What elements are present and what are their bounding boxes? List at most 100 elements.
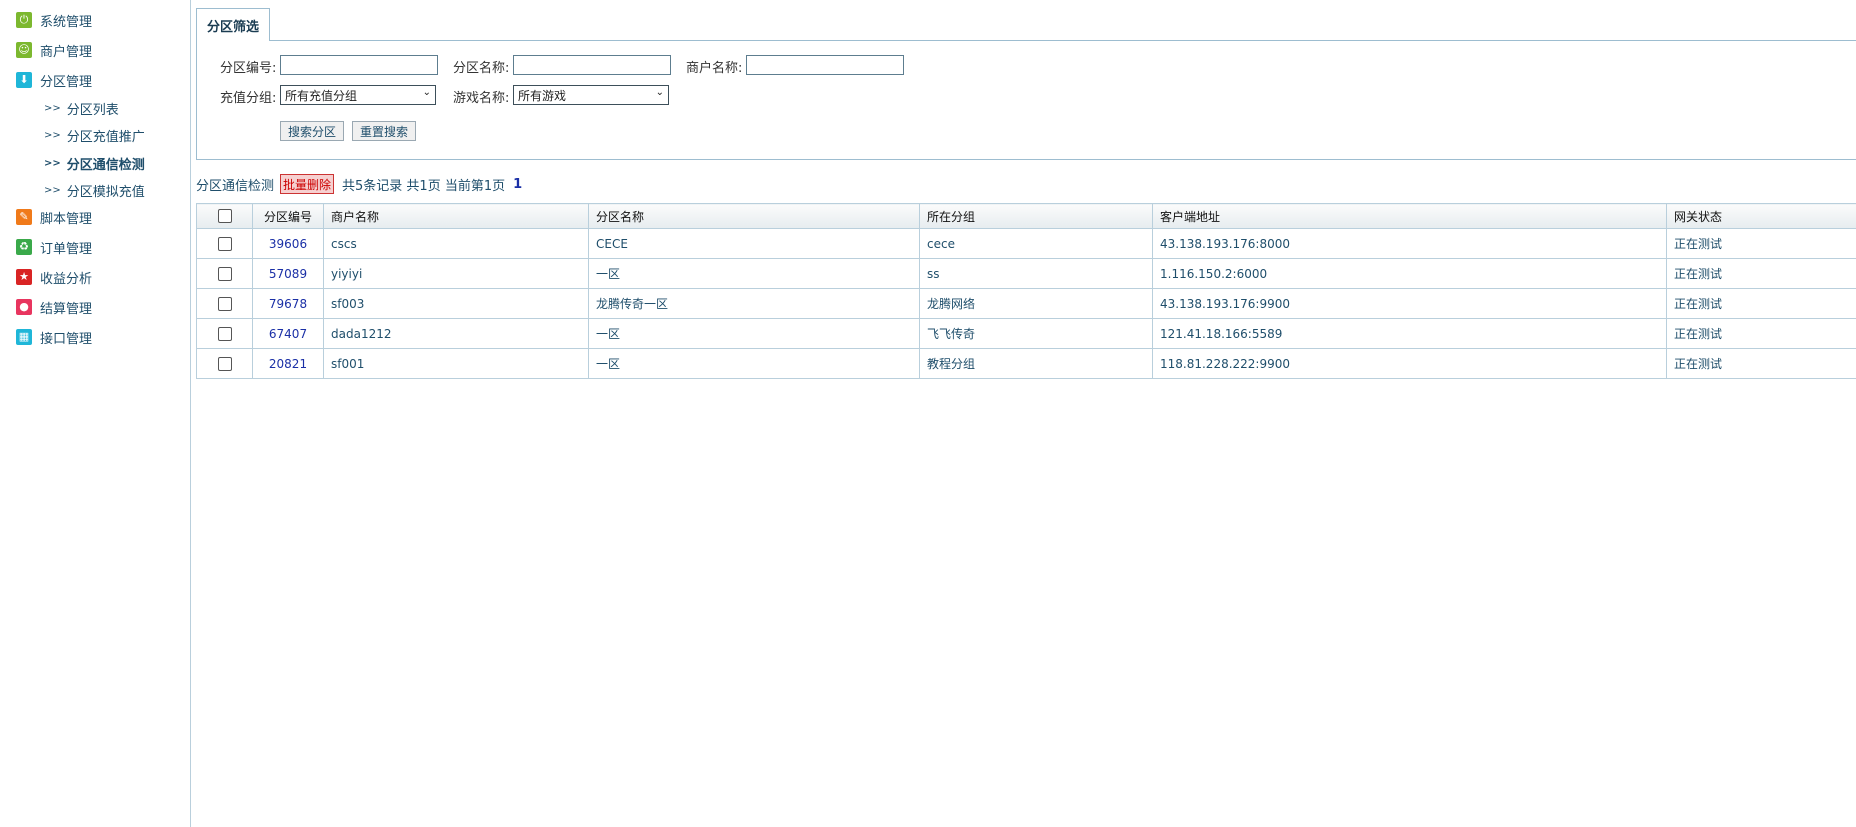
grid-icon: ▦ [16, 329, 32, 345]
filter-panel: 分区筛选 分区编号: 分区名称: 商户名称: 充值分组: 所有充值分组 ⌄ 游戏… [196, 8, 1856, 160]
merchant-cell: dada1212 [323, 318, 589, 349]
menu-script[interactable]: ✎ 脚本管理 [16, 206, 92, 228]
group-cell: cece [919, 228, 1153, 259]
sidebar: ⏻ 系统管理 ☺ 商户管理 ⬇ 分区管理 >> 分区列表 >> 分区充值推广 >… [0, 0, 191, 827]
chevron-down-icon: ⌄ [655, 87, 664, 98]
row-select-cell [196, 318, 253, 349]
recycle-icon: ♻ [16, 239, 32, 255]
menu-label: 收益分析 [40, 271, 93, 287]
list-toolbar: 分区通信检测 批量删除 共5条记录 共1页 当前第1页 1 [196, 174, 522, 194]
zone-name-cell: 一区 [588, 318, 920, 349]
menu-label: 分区管理 [40, 74, 93, 90]
select-all-header [196, 203, 253, 229]
gateway-status-cell: 正在测试 [1666, 258, 1856, 289]
gateway-status-cell: 正在测试 [1666, 318, 1856, 349]
submenu-zone-promo[interactable]: >> 分区充值推广 [44, 125, 145, 145]
double-chevron-icon: >> [44, 184, 61, 196]
menu-label: 系统管理 [40, 14, 93, 30]
client-address-cell: 121.41.18.166:5589 [1152, 318, 1667, 349]
zone-name-cell: 龙腾传奇一区 [588, 288, 920, 319]
zone-id-cell: 79678 [252, 288, 324, 319]
menu-merchant[interactable]: ☺ 商户管理 [16, 39, 92, 61]
group-cell: 飞飞传奇 [919, 318, 1153, 349]
table-header-row: 分区编号 商户名称 分区名称 所在分组 客户端地址 网关状态 [196, 203, 1856, 229]
merchant-cell: sf003 [323, 288, 589, 319]
menu-label: 结算管理 [40, 301, 93, 317]
row-checkbox[interactable] [217, 266, 232, 281]
record-icon: ● [16, 299, 32, 315]
zone-id-cell: 39606 [252, 228, 324, 259]
zone-name-cell: 一区 [588, 348, 920, 379]
page-title: 分区通信检测 [196, 178, 275, 194]
merchant-name-label: 商户名称: [686, 61, 743, 76]
column-header: 分区名称 [588, 203, 920, 229]
row-select-cell [196, 228, 253, 259]
row-checkbox[interactable] [217, 296, 232, 311]
menu-order[interactable]: ♻ 订单管理 [16, 236, 92, 258]
smile-icon: ☺ [16, 42, 32, 58]
column-header: 网关状态 [1666, 203, 1856, 229]
row-checkbox[interactable] [217, 326, 232, 341]
batch-delete-button[interactable]: 批量删除 [280, 174, 335, 194]
row-checkbox[interactable] [217, 356, 232, 371]
table-row: 79678 sf003 龙腾传奇一区 龙腾网络 43.138.193.176:9… [196, 288, 1856, 319]
row-select-cell [196, 258, 253, 289]
column-header: 客户端地址 [1152, 203, 1667, 229]
menu-revenue[interactable]: ★ 收益分析 [16, 266, 92, 288]
zone-name-label: 分区名称: [453, 61, 510, 76]
chevron-down-icon: ⌄ [422, 87, 431, 98]
menu-settlement[interactable]: ● 结算管理 [16, 296, 92, 318]
zone-id-cell: 67407 [252, 318, 324, 349]
menu-label: 接口管理 [40, 331, 93, 347]
row-select-cell [196, 288, 253, 319]
zone-name-cell: 一区 [588, 258, 920, 289]
game-name-select[interactable]: 所有游戏 ⌄ [513, 85, 669, 105]
submenu-label: 分区模拟充值 [66, 184, 145, 200]
recharge-group-label: 充值分组: [220, 91, 277, 106]
pagination-info: 共5条记录 共1页 当前第1页 [342, 178, 506, 194]
double-chevron-icon: >> [44, 157, 61, 169]
page-link[interactable]: 1 [513, 177, 522, 192]
recharge-group-select[interactable]: 所有充值分组 ⌄ [280, 85, 436, 105]
search-zone-button[interactable]: 搜索分区 [280, 121, 344, 141]
gateway-status-cell: 正在测试 [1666, 348, 1856, 379]
zone-id-input[interactable] [280, 55, 438, 75]
client-address-cell: 118.81.228.222:9900 [1152, 348, 1667, 379]
zone-id-label: 分区编号: [220, 61, 277, 76]
menu-system[interactable]: ⏻ 系统管理 [16, 9, 92, 31]
submenu-label: 分区充值推广 [66, 129, 145, 145]
merchant-cell: cscs [323, 228, 589, 259]
row-select-cell [196, 348, 253, 379]
submenu-zone-list[interactable]: >> 分区列表 [44, 98, 119, 118]
row-checkbox[interactable] [217, 236, 232, 251]
zone-table: 分区编号 商户名称 分区名称 所在分组 客户端地址 网关状态 39606 csc… [196, 203, 1856, 379]
zone-name-cell: CECE [588, 228, 920, 259]
tab-zone-filter[interactable]: 分区筛选 [196, 8, 270, 41]
column-header: 所在分组 [919, 203, 1153, 229]
merchant-name-input[interactable] [746, 55, 904, 75]
submenu-zone-comm-check[interactable]: >> 分区通信检测 [44, 153, 145, 173]
game-name-label: 游戏名称: [453, 91, 510, 106]
menu-interface[interactable]: ▦ 接口管理 [16, 326, 92, 348]
group-cell: 教程分组 [919, 348, 1153, 379]
column-header: 分区编号 [252, 203, 324, 229]
double-chevron-icon: >> [44, 129, 61, 141]
select-all-checkbox[interactable] [217, 209, 232, 224]
menu-label: 脚本管理 [40, 211, 93, 227]
download-icon: ⬇ [16, 72, 32, 88]
merchant-cell: sf001 [323, 348, 589, 379]
merchant-cell: yiyiyi [323, 258, 589, 289]
client-address-cell: 43.138.193.176:9900 [1152, 288, 1667, 319]
star-icon: ★ [16, 269, 32, 285]
gateway-status-cell: 正在测试 [1666, 228, 1856, 259]
reset-search-button[interactable]: 重置搜索 [352, 121, 416, 141]
client-address-cell: 43.138.193.176:8000 [1152, 228, 1667, 259]
table-row: 20821 sf001 一区 教程分组 118.81.228.222:9900 … [196, 348, 1856, 379]
zone-name-input[interactable] [513, 55, 671, 75]
pencil-icon: ✎ [16, 209, 32, 225]
submenu-zone-sim-recharge[interactable]: >> 分区模拟充值 [44, 180, 145, 200]
power-icon: ⏻ [16, 12, 32, 28]
menu-zone[interactable]: ⬇ 分区管理 [16, 69, 92, 91]
game-name-value: 所有游戏 [518, 88, 567, 103]
table-row: 57089 yiyiyi 一区 ss 1.116.150.2:6000 正在测试 [196, 258, 1856, 289]
